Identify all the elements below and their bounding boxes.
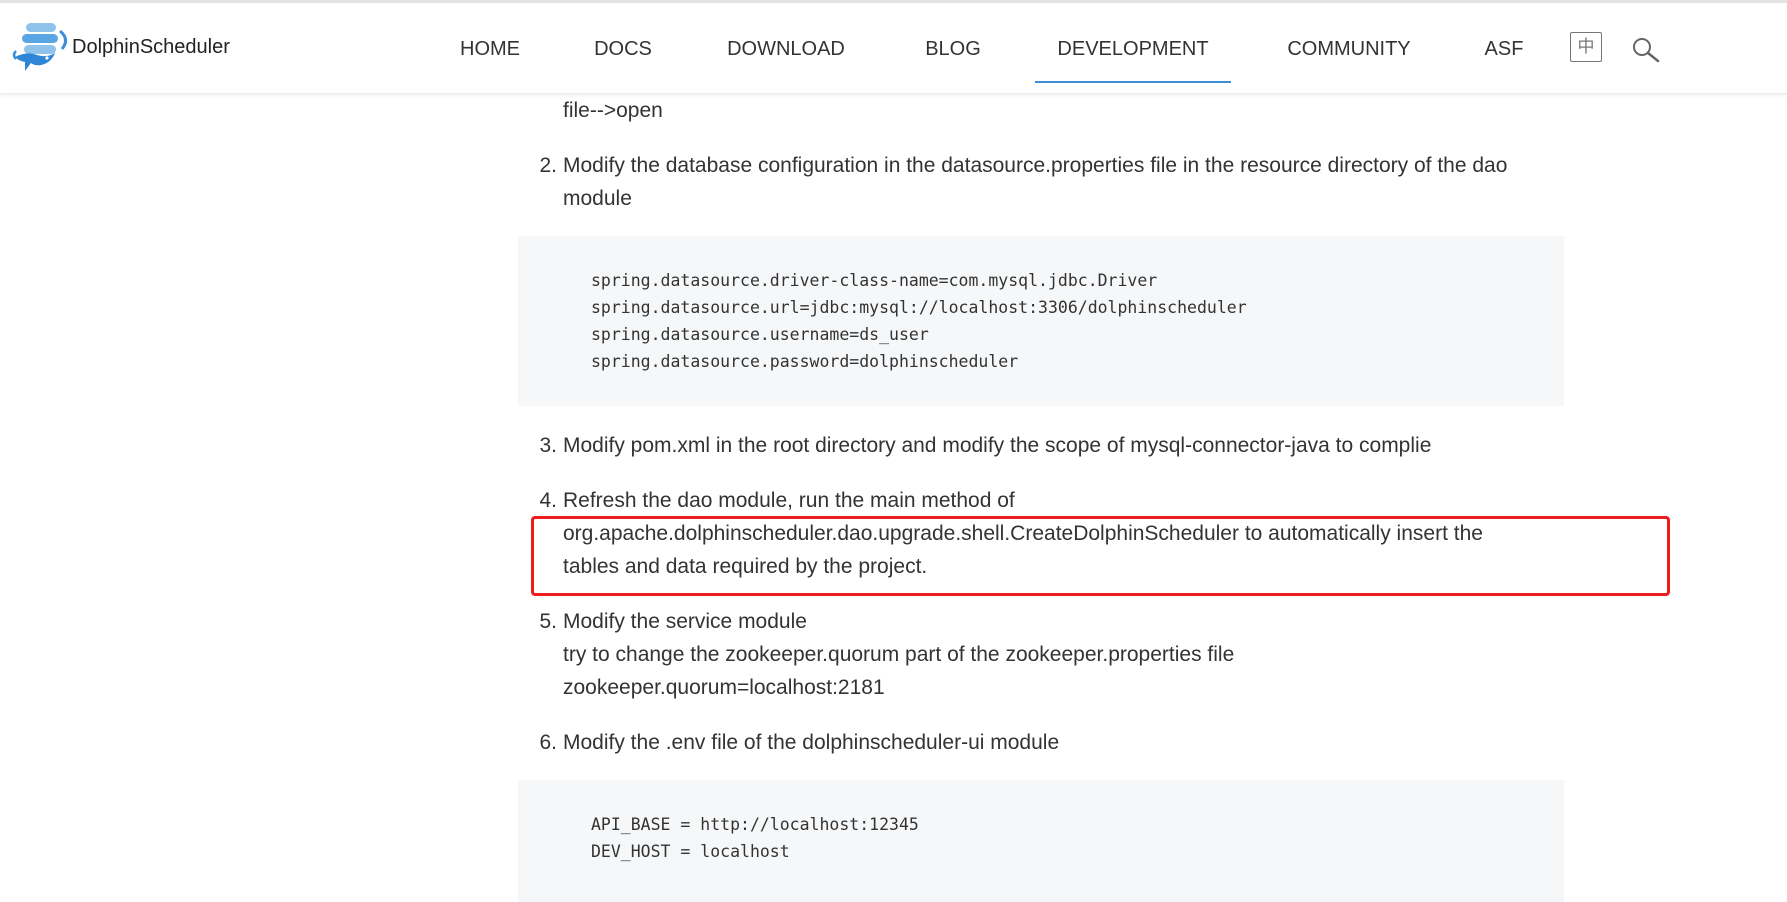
step-6-number: 6.	[539, 731, 557, 754]
step-5-text-line-3: zookeeper.quorum=localhost:2181	[563, 676, 885, 699]
step-3-text-line-1: Modify pom.xml in the root directory and…	[563, 434, 1432, 457]
step-4-number: 4.	[539, 489, 557, 512]
step-2-number: 2.	[539, 154, 557, 177]
code-line: API_BASE = http://localhost:12345	[591, 815, 919, 834]
step-1-tail-text: file-->open	[563, 99, 663, 122]
nav-download[interactable]: DOWNLOAD	[724, 3, 848, 83]
step-4-text-line-3: tables and data required by the project.	[563, 555, 928, 578]
site-logo[interactable]: DolphinScheduler	[12, 21, 230, 73]
code-line: DEV_HOST = localhost	[591, 842, 790, 861]
code-line: spring.datasource.url=jdbc:mysql://local…	[591, 298, 1247, 317]
nav-community[interactable]: COMMUNITY	[1283, 3, 1415, 83]
step-2-text-line-2: module	[563, 187, 632, 210]
code-block-datasource: spring.datasource.driver-class-name=com.…	[518, 236, 1564, 406]
step-3-number: 3.	[539, 434, 557, 457]
step-5-number: 5.	[539, 610, 557, 633]
step-5-text-line-2: try to change the zookeeper.quorum part …	[563, 643, 1235, 666]
nav-docs[interactable]: DOCS	[593, 3, 653, 83]
nav-development[interactable]: DEVELOPMENT	[1035, 3, 1231, 83]
language-toggle-button[interactable]: 中	[1570, 32, 1602, 62]
step-2-text-line-1: Modify the database configuration in the…	[563, 154, 1508, 177]
nav-asf[interactable]: ASF	[1484, 3, 1524, 83]
step-6-text-line-1: Modify the .env file of the dolphinsched…	[563, 731, 1060, 754]
logo-text: DolphinScheduler	[72, 35, 230, 58]
nav-blog[interactable]: BLOG	[925, 3, 981, 83]
nav-home[interactable]: HOME	[452, 3, 528, 83]
search-icon[interactable]	[1631, 36, 1661, 66]
code-line: spring.datasource.driver-class-name=com.…	[591, 271, 1158, 290]
dolphin-logo-icon	[12, 21, 70, 73]
step-4-text-line-1: Refresh the dao module, run the main met…	[563, 489, 1015, 512]
step-4-text-line-2: org.apache.dolphinscheduler.dao.upgrade.…	[563, 522, 1483, 545]
code-line: spring.datasource.password=dolphinschedu…	[591, 352, 1019, 371]
doc-content: file-->open 2. Modify the database confi…	[0, 0, 1787, 902]
code-line: spring.datasource.username=ds_user	[591, 325, 929, 344]
step-5-text-line-1: Modify the service module	[563, 610, 807, 633]
site-header: DolphinScheduler HOME DOCS DOWNLOAD BLOG…	[0, 3, 1787, 94]
code-block-env: API_BASE = http://localhost:12345 DEV_HO…	[518, 780, 1564, 902]
